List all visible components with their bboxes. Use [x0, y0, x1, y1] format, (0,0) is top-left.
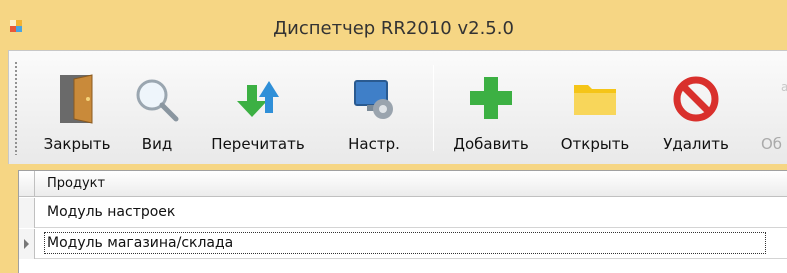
- table-row[interactable]: Модуль магазина/склада: [19, 229, 787, 259]
- app-window: Диспетчер RR2010 v2.5.0 Закрыть Вид Пере…: [0, 0, 787, 273]
- column-header-product[interactable]: Продукт: [47, 176, 105, 191]
- settings-button[interactable]: Настр.: [331, 51, 417, 165]
- add-button-label: Добавить: [453, 135, 529, 153]
- view-button[interactable]: Вид: [127, 51, 187, 165]
- grid-corner[interactable]: [19, 171, 35, 197]
- delete-button[interactable]: Удалить: [649, 51, 743, 165]
- settings-button-label: Настр.: [348, 135, 400, 153]
- settings-monitor-gear-icon: [354, 80, 393, 119]
- grid-header: Продукт: [19, 171, 787, 197]
- add-button[interactable]: Добавить: [441, 51, 541, 165]
- close-button-label: Закрыть: [43, 135, 111, 153]
- red-prohibited-icon: [673, 76, 719, 122]
- product-cell[interactable]: Модуль настроек: [47, 204, 175, 220]
- about-button[interactable]: a Об: [751, 51, 787, 165]
- reload-button-label: Перечитать: [211, 135, 305, 153]
- about-button-label: Об: [761, 135, 783, 153]
- refresh-arrows-icon: [237, 81, 279, 117]
- close-button[interactable]: Закрыть: [33, 51, 121, 165]
- reload-button[interactable]: Перечитать: [195, 51, 321, 165]
- open-button-label: Открыть: [560, 135, 630, 153]
- svg-text:a: a: [781, 80, 787, 94]
- toolbar-separator: [433, 65, 434, 151]
- view-button-label: Вид: [141, 135, 173, 153]
- magnifier-icon: [136, 79, 179, 122]
- row-header[interactable]: [19, 198, 35, 228]
- toolbar: Закрыть Вид Перечитать Настр. Добавить О…: [8, 50, 787, 164]
- toolbar-grip[interactable]: [14, 61, 18, 155]
- title-bar[interactable]: Диспетчер RR2010 v2.5.0: [0, 0, 787, 50]
- window-title: Диспетчер RR2010 v2.5.0: [273, 18, 514, 39]
- product-cell[interactable]: Модуль магазина/склада: [43, 232, 767, 254]
- info-icon: a: [781, 80, 787, 94]
- folder-icon: [574, 85, 616, 115]
- products-grid: Продукт Модуль настроек Модуль магазина/…: [18, 170, 787, 273]
- door-exit-icon: [60, 74, 93, 124]
- green-plus-icon: [470, 77, 512, 119]
- table-row[interactable]: Модуль настроек: [19, 198, 787, 228]
- delete-button-label: Удалить: [663, 135, 729, 153]
- row-header[interactable]: [19, 229, 35, 259]
- open-button[interactable]: Открыть: [547, 51, 643, 165]
- current-row-arrow-icon: [24, 239, 29, 249]
